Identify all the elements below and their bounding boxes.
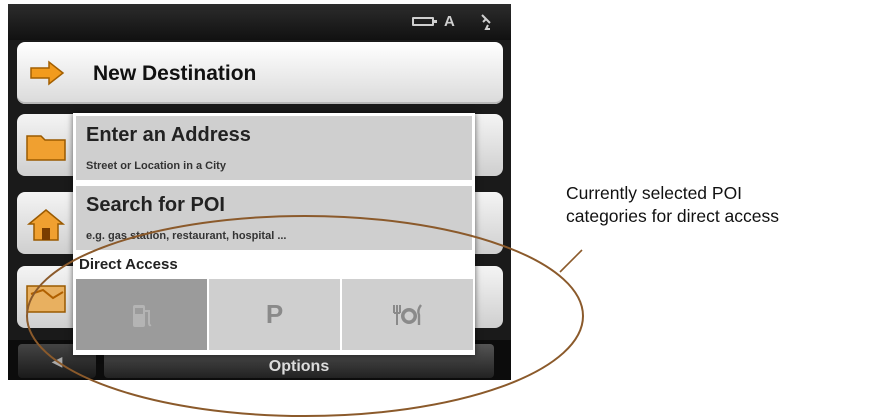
annotation-line-2: categories for direct access	[566, 206, 780, 226]
annotation-line-1: Currently selected POI	[566, 183, 743, 203]
annotation-text: Currently selected POI categories for di…	[566, 182, 886, 228]
